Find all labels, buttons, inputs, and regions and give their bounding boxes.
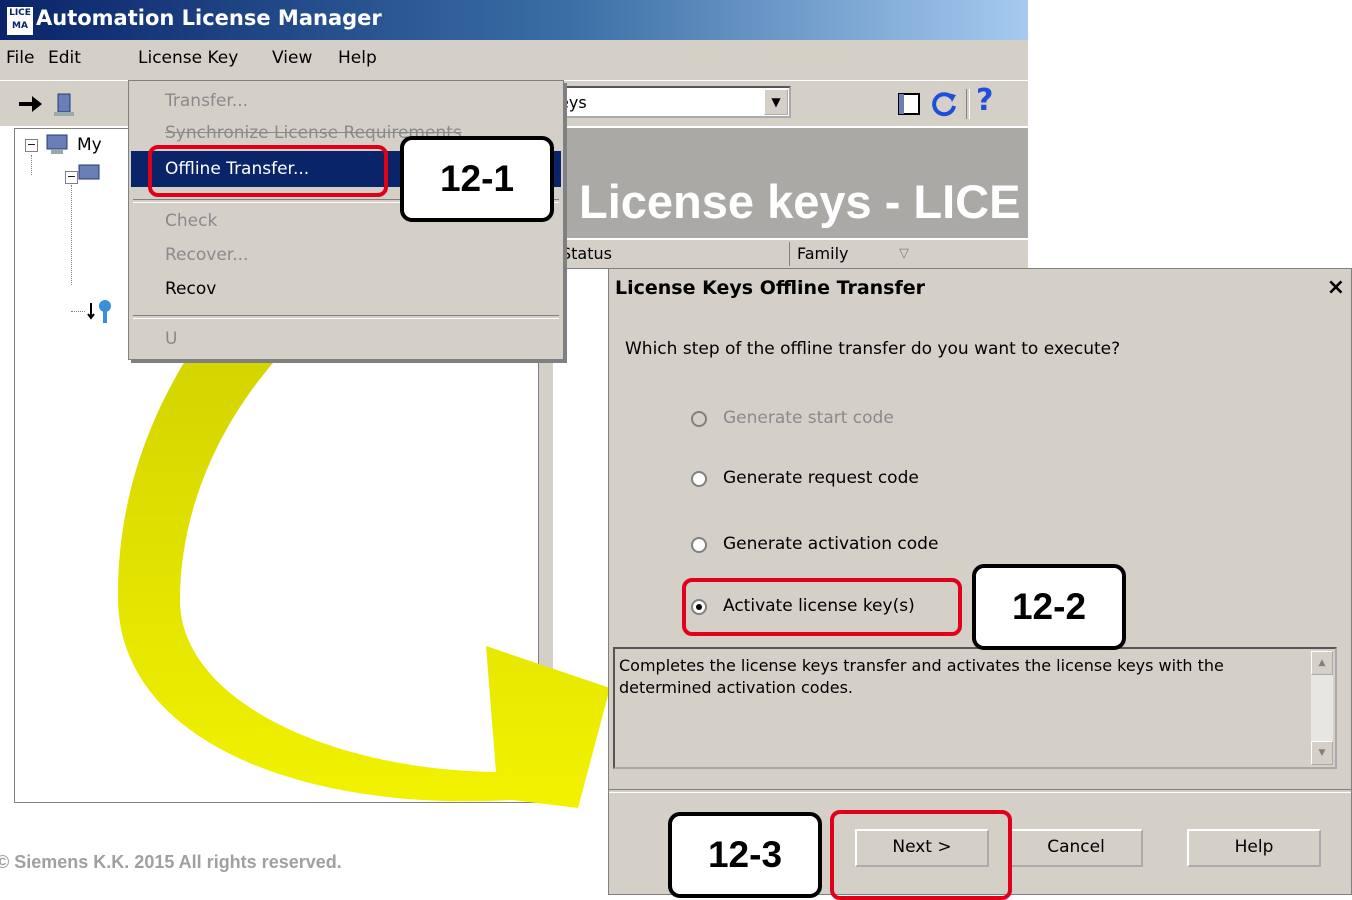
description-scrollbar[interactable]: ▲ ▼	[1311, 651, 1333, 765]
description-text: Completes the license keys transfer and …	[619, 656, 1224, 697]
radio-generate-request-code[interactable]	[691, 471, 707, 487]
highlight-next-button	[830, 810, 1012, 900]
dialog-question: Which step of the offline transfer do yo…	[625, 339, 1121, 359]
menu-item-transfer: Transfer...	[165, 91, 249, 111]
menu-separator	[133, 315, 559, 319]
option-generate-request-code[interactable]: Generate request code	[723, 468, 919, 488]
highlight-offline-transfer	[148, 145, 388, 197]
menu-item-check: Check	[165, 211, 218, 231]
copyright-text: © Siemens K.K. 2015 All rights reserved.	[0, 852, 342, 872]
scroll-down-icon[interactable]: ▼	[1311, 741, 1333, 765]
cancel-button[interactable]: Cancel	[1009, 829, 1143, 867]
radio-generate-start-code	[691, 411, 707, 427]
callout-step1: 12-1	[400, 136, 554, 222]
dialog-title: License Keys Offline Transfer	[615, 277, 926, 299]
menu-item-recover: Recover...	[165, 245, 249, 265]
menu-item-recover-2[interactable]: Recov	[165, 279, 216, 299]
dialog-separator	[609, 789, 1351, 793]
scroll-up-icon[interactable]: ▲	[1311, 651, 1333, 675]
close-icon[interactable]: ×	[1327, 275, 1345, 300]
option-generate-activation-code[interactable]: Generate activation code	[723, 534, 938, 554]
radio-generate-activation-code[interactable]	[691, 537, 707, 553]
dialog-title-bar: License Keys Offline Transfer ×	[609, 269, 1351, 307]
menu-item-u: U	[165, 329, 178, 349]
option-generate-start-code: Generate start code	[723, 408, 894, 428]
highlight-activate-option	[682, 578, 962, 636]
help-button[interactable]: Help	[1187, 829, 1321, 867]
description-box: Completes the license keys transfer and …	[613, 647, 1337, 769]
callout-step2: 12-2	[972, 564, 1126, 650]
callout-step3: 12-3	[668, 812, 822, 898]
